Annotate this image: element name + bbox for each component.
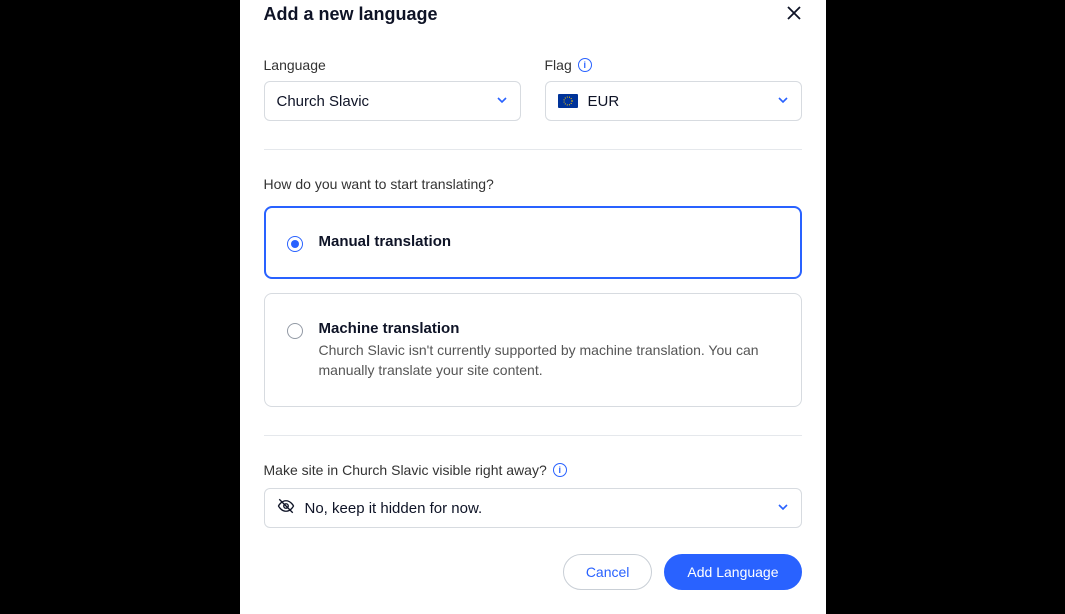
language-label: Language — [264, 57, 521, 73]
radio-content: Manual translation — [319, 233, 452, 250]
manual-title: Manual translation — [319, 233, 452, 250]
chevron-down-icon — [496, 93, 508, 110]
flag-label: Flag i — [545, 57, 802, 73]
visibility-select[interactable]: No, keep it hidden for now. — [264, 488, 802, 528]
language-value: Church Slavic — [277, 93, 370, 110]
flag-select[interactable]: EUR — [545, 81, 802, 121]
divider — [264, 435, 802, 436]
modal-footer: Cancel Add Language — [264, 554, 802, 590]
modal-title: Add a new language — [264, 4, 438, 25]
visibility-value: No, keep it hidden for now. — [305, 500, 483, 517]
manual-translation-option[interactable]: Manual translation — [264, 206, 802, 279]
visibility-label: Make site in Church Slavic visible right… — [264, 462, 802, 478]
add-language-modal: Add a new language Language Church Slavi… — [240, 0, 826, 614]
language-field: Language Church Slavic — [264, 57, 521, 121]
selects-row: Language Church Slavic Flag i — [264, 57, 802, 121]
translation-prompt: How do you want to start translating? — [264, 176, 802, 192]
add-language-button[interactable]: Add Language — [664, 554, 801, 590]
modal-header: Add a new language — [264, 0, 802, 37]
machine-title: Machine translation — [319, 320, 779, 337]
close-icon[interactable] — [786, 5, 802, 25]
hidden-eye-icon — [277, 497, 295, 519]
radio-icon — [287, 323, 303, 339]
language-select[interactable]: Church Slavic — [264, 81, 521, 121]
eu-flag-icon — [558, 94, 578, 108]
chevron-down-icon — [777, 93, 789, 110]
flag-value: EUR — [588, 93, 620, 110]
machine-description: Church Slavic isn't currently supported … — [319, 341, 779, 380]
info-icon[interactable]: i — [578, 58, 592, 72]
radio-content: Machine translation Church Slavic isn't … — [319, 320, 779, 380]
chevron-down-icon — [777, 500, 789, 517]
machine-translation-option[interactable]: Machine translation Church Slavic isn't … — [264, 293, 802, 407]
flag-label-text: Flag — [545, 57, 572, 73]
cancel-button[interactable]: Cancel — [563, 554, 653, 590]
flag-field: Flag i EUR — [545, 57, 802, 121]
divider — [264, 149, 802, 150]
visibility-left: No, keep it hidden for now. — [277, 497, 483, 519]
info-icon[interactable]: i — [553, 463, 567, 477]
visibility-label-text: Make site in Church Slavic visible right… — [264, 462, 547, 478]
flag-select-left: EUR — [558, 93, 620, 110]
radio-icon — [287, 236, 303, 252]
